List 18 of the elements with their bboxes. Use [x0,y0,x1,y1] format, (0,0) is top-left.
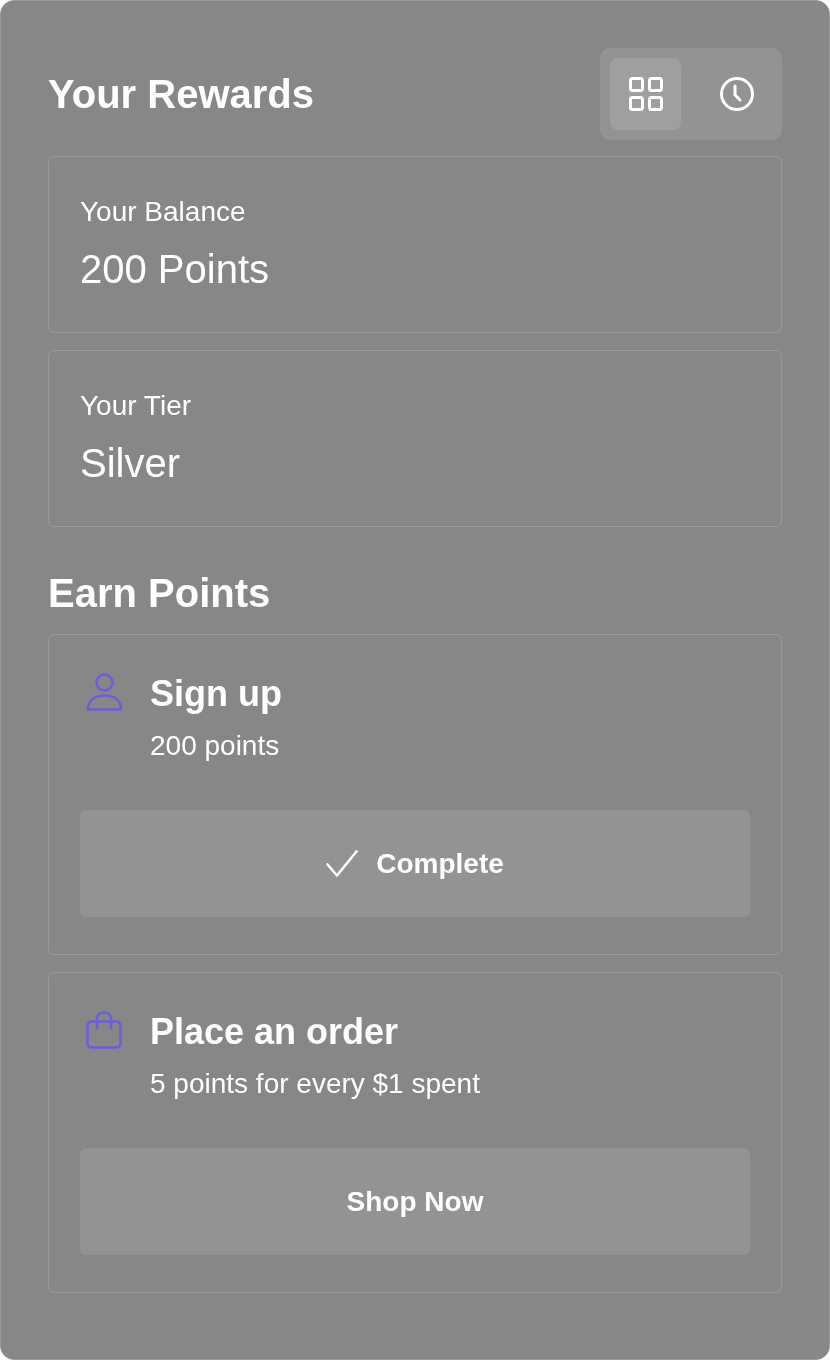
shopping-bag-icon [86,1011,122,1049]
grid-icon [628,77,663,111]
card-value: Silver [80,440,182,487]
card-label: Your Balance [80,195,247,229]
task-button[interactable]: Complete [80,810,750,917]
task-title: Sign up [150,672,282,716]
person-icon [86,673,123,711]
clock-icon [719,77,754,111]
task-title: Place an order [150,1010,400,1054]
card-value: 200 Points [80,246,271,293]
section-title: Earn Points [48,570,272,617]
card-label: Your Tier [80,389,193,423]
page-title: Your Rewards [48,71,314,118]
task-description: 5 points for every $1 spent [150,1067,480,1101]
check-icon [326,849,359,878]
task-description: 200 points [150,729,281,763]
view-tab[interactable] [610,58,681,130]
task-button[interactable]: Shop Now [80,1148,750,1255]
